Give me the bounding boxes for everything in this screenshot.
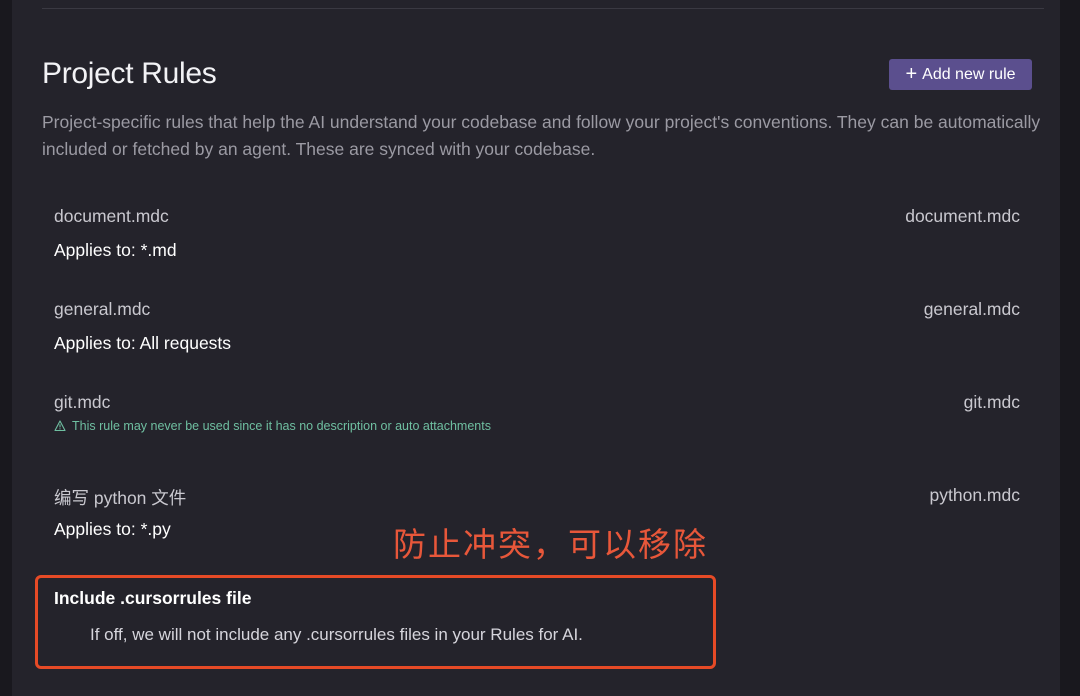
- rule-file: python.mdc: [929, 485, 1020, 505]
- rule-name: git.mdc: [54, 392, 111, 412]
- right-gutter: [1060, 0, 1080, 696]
- section-divider: [42, 8, 1044, 9]
- rule-item-document[interactable]: document.mdc document.mdc Applies to: *.…: [54, 206, 1020, 288]
- rule-warning: This rule may never be used since it has…: [54, 419, 491, 433]
- rule-name: 编写 python 文件: [54, 488, 187, 508]
- rule-applies-to: Applies to: All requests: [54, 333, 232, 353]
- section-title: Project Rules: [42, 57, 217, 90]
- warning-triangle-icon: [54, 420, 66, 432]
- annotation-note: 防止冲突，可以移除: [393, 525, 708, 564]
- rule-file: git.mdc: [963, 392, 1020, 412]
- rule-warning-text: This rule may never be used since it has…: [72, 419, 491, 433]
- add-new-rule-label: Add new rule: [922, 65, 1016, 83]
- rules-panel: Project Rules + Add new rule Project-spe…: [12, 0, 1060, 696]
- rule-item-git[interactable]: git.mdc git.mdc This rule may never be u…: [54, 392, 1020, 474]
- rule-name: document.mdc: [54, 206, 169, 226]
- settings-page: Project Rules + Add new rule Project-spe…: [0, 0, 1080, 696]
- rule-item-general[interactable]: general.mdc general.mdc Applies to: All …: [54, 299, 1020, 381]
- include-cursorrules-title: Include .cursorrules file: [54, 588, 252, 608]
- rule-name: general.mdc: [54, 299, 151, 319]
- add-new-rule-button[interactable]: + Add new rule: [889, 59, 1032, 90]
- left-gutter: [0, 0, 12, 696]
- rule-applies-to: Applies to: *.py: [54, 519, 171, 539]
- section-description: Project-specific rules that help the AI …: [42, 112, 1041, 159]
- rule-file: general.mdc: [923, 299, 1020, 319]
- rule-applies-to: Applies to: *.md: [54, 240, 177, 260]
- include-cursorrules-description: If off, we will not include any .cursorr…: [90, 625, 583, 644]
- plus-icon: +: [905, 62, 918, 85]
- rule-file: document.mdc: [905, 206, 1020, 226]
